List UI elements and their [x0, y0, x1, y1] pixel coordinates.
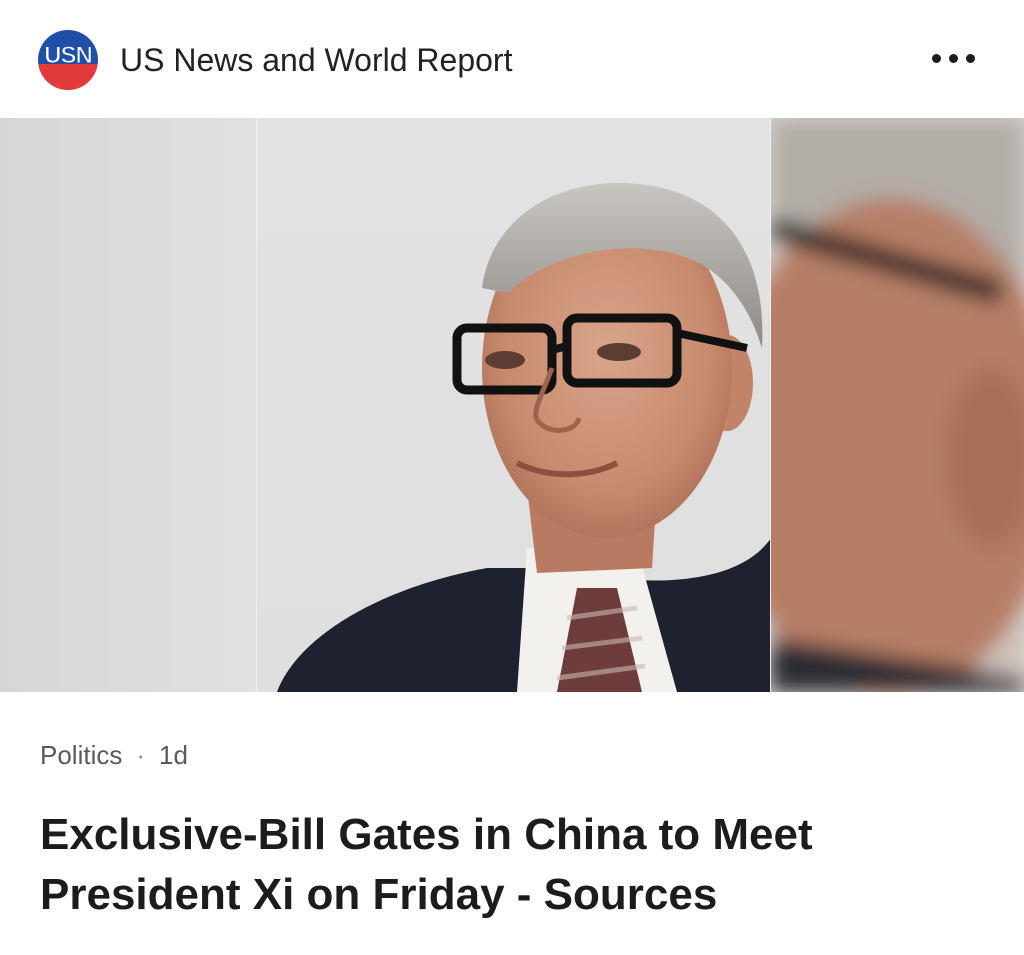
- article-image[interactable]: [0, 118, 1024, 692]
- image-panel-closeup: [770, 118, 1024, 692]
- meta-separator: ·: [136, 740, 146, 770]
- closeup-illustration: [771, 118, 1024, 692]
- publisher-logo[interactable]: USN: [38, 30, 98, 90]
- card-header: USN US News and World Report: [0, 0, 1024, 118]
- image-panel-portrait: [256, 118, 771, 692]
- category-label[interactable]: Politics: [40, 740, 122, 770]
- dot-icon: [948, 53, 958, 63]
- publisher-name[interactable]: US News and World Report: [120, 40, 512, 80]
- article-age: 1d: [159, 740, 188, 770]
- dot-icon: [965, 53, 975, 63]
- article-meta: Politics · 1d: [40, 738, 188, 772]
- logo-text: USN: [44, 42, 94, 70]
- more-options-icon[interactable]: [918, 46, 988, 70]
- image-panel-left: [0, 118, 256, 692]
- portrait-illustration: [277, 182, 771, 692]
- article-headline[interactable]: Exclusive-Bill Gates in China to Meet Pr…: [40, 805, 990, 925]
- dot-icon: [931, 53, 941, 63]
- news-card[interactable]: USN US News and World Report Politics · …: [0, 0, 1024, 955]
